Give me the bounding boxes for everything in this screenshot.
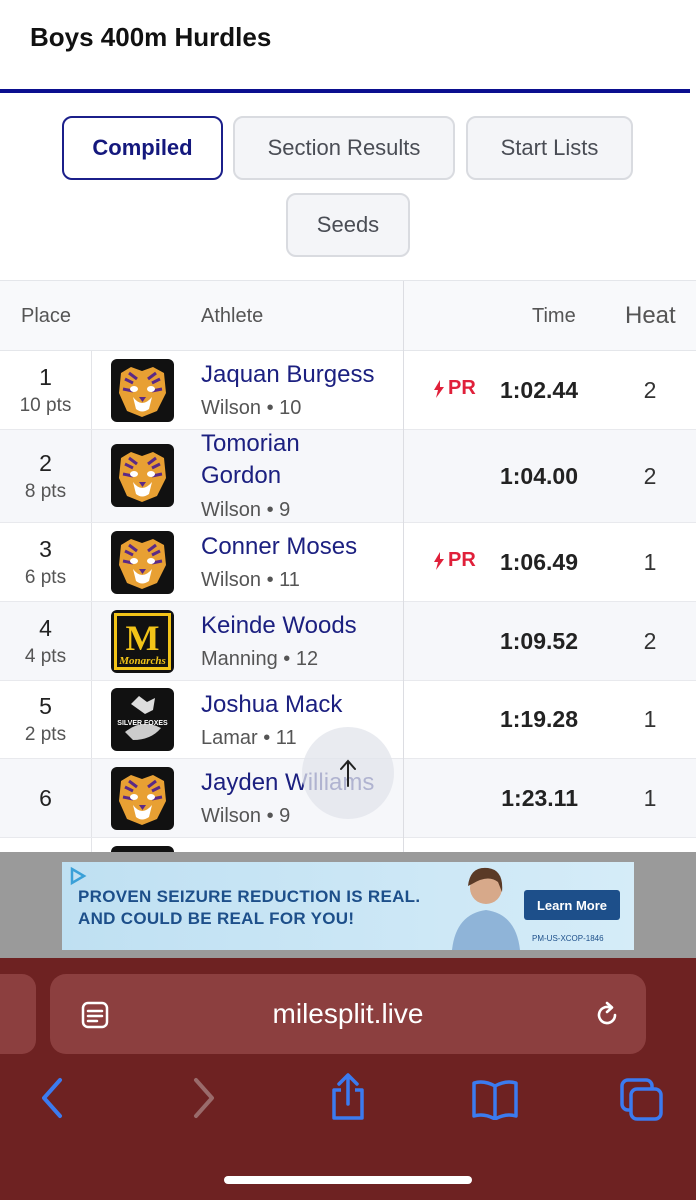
athlete-name[interactable]: Conner Moses bbox=[201, 531, 357, 563]
back-icon[interactable] bbox=[38, 1076, 68, 1120]
silver-foxes-logo-text: SILVER FOXES bbox=[117, 720, 168, 727]
athlete-name[interactable]: Jaquan Burgess bbox=[201, 359, 374, 391]
athlete-team-grade: Wilson • 11 bbox=[201, 569, 300, 591]
heat-number: 1 bbox=[643, 706, 657, 732]
result-time: 1:09.52 bbox=[499, 628, 578, 654]
place-points: 10 pts bbox=[19, 394, 72, 416]
previous-tab-edge[interactable] bbox=[0, 974, 36, 1054]
heat-number: 2 bbox=[643, 463, 657, 489]
athlete-name-line-2[interactable]: Gordon bbox=[201, 460, 281, 492]
place-points: 4 pts bbox=[24, 645, 67, 667]
place-number: 3 bbox=[39, 535, 52, 562]
home-indicator bbox=[224, 1176, 472, 1184]
column-header-place[interactable]: Place bbox=[21, 305, 71, 328]
monarchs-logo-wordmark: Monarchs bbox=[118, 655, 165, 667]
place-cell: 6 bbox=[0, 759, 92, 837]
athlete-team-grade: Wilson • 9 bbox=[201, 805, 291, 827]
table-row[interactable]: 1 10 pts Jaquan Burgess Wilson • 10 PR 1… bbox=[0, 351, 696, 430]
tiger-logo bbox=[111, 444, 174, 507]
place-points: 2 pts bbox=[24, 724, 67, 745]
table-row[interactable] bbox=[0, 838, 696, 852]
tiger-logo bbox=[111, 767, 174, 830]
heat-number: 1 bbox=[643, 549, 657, 575]
place-cell: 1 10 pts bbox=[0, 351, 92, 429]
place-cell: 4 4 pts bbox=[0, 602, 92, 680]
column-header-athlete[interactable]: Athlete bbox=[201, 305, 263, 328]
tabs-icon[interactable] bbox=[618, 1076, 666, 1124]
address-bar[interactable]: milesplit.live bbox=[50, 974, 646, 1054]
monarchs-logo: M Monarchs bbox=[111, 610, 174, 673]
athlete-name[interactable]: Keinde Woods bbox=[201, 610, 357, 642]
place-points: 8 pts bbox=[24, 480, 67, 502]
athlete-team-grade: Lamar • 11 bbox=[201, 727, 297, 749]
bookmarks-icon[interactable] bbox=[470, 1078, 520, 1120]
result-time: 1:02.44 bbox=[499, 377, 578, 403]
ad-line-1: PROVEN SEIZURE REDUCTION IS REAL. bbox=[78, 887, 421, 906]
ad-person-image bbox=[452, 867, 520, 950]
forward-icon[interactable] bbox=[188, 1076, 218, 1120]
place-cell: 3 6 pts bbox=[0, 523, 92, 601]
athlete-team-grade: Wilson • 10 bbox=[201, 397, 302, 419]
athlete-team-grade: Wilson • 9 bbox=[201, 499, 291, 521]
page-title: Boys 400m Hurdles bbox=[30, 22, 272, 52]
tab-compiled[interactable]: Compiled bbox=[62, 116, 223, 180]
scroll-to-top-button[interactable] bbox=[302, 727, 394, 819]
column-divider bbox=[403, 281, 404, 852]
title-divider bbox=[0, 89, 696, 93]
table-row[interactable]: 2 8 pts Tomorian Gordon Wilson • 9 1:04.… bbox=[0, 430, 696, 523]
tiger-logo bbox=[111, 359, 174, 422]
heat-number: 1 bbox=[643, 785, 657, 811]
tab-start-lists[interactable]: Start Lists bbox=[466, 116, 633, 180]
ad-banner[interactable]: PROVEN SEIZURE REDUCTION IS REAL. AND CO… bbox=[62, 862, 634, 950]
place-number: 2 bbox=[39, 449, 52, 476]
athlete-name[interactable]: Joshua Mack bbox=[201, 689, 342, 721]
bolt-icon bbox=[434, 551, 444, 570]
url-text[interactable]: milesplit.live bbox=[50, 998, 646, 1030]
table-row[interactable]: 4 4 pts M Monarchs Keinde Woods Manning •… bbox=[0, 602, 696, 681]
column-header-time[interactable]: Time bbox=[532, 305, 576, 328]
result-time: 1:04.00 bbox=[499, 463, 578, 489]
place-points: 6 pts bbox=[24, 566, 67, 588]
silver-foxes-logo: SILVER FOXES bbox=[111, 688, 174, 751]
place-number: 4 bbox=[39, 614, 52, 641]
heat-number: 2 bbox=[643, 377, 657, 403]
result-time: 1:19.28 bbox=[499, 706, 578, 732]
ad-learn-more-button[interactable]: Learn More bbox=[524, 890, 620, 920]
result-time: 1:23.11 bbox=[501, 785, 578, 811]
place-cell: 2 8 pts bbox=[0, 430, 92, 522]
ad-line-2: AND COULD BE REAL FOR YOU! bbox=[78, 909, 355, 928]
athlete-team-grade: Manning • 12 bbox=[201, 648, 319, 670]
arrow-up-icon bbox=[340, 759, 356, 787]
tiger-logo bbox=[111, 531, 174, 594]
column-header-heat[interactable]: Heat bbox=[625, 302, 676, 330]
athlete-name-line-1[interactable]: Tomorian bbox=[201, 428, 300, 460]
tab-section-results[interactable]: Section Results bbox=[233, 116, 455, 180]
table-row[interactable]: 3 6 pts Conner Moses Wilson • 11 PR 1:06… bbox=[0, 523, 696, 602]
result-time: 1:06.49 bbox=[499, 549, 578, 575]
ad-text: PROVEN SEIZURE REDUCTION IS REAL. AND CO… bbox=[78, 886, 420, 930]
reload-icon[interactable] bbox=[592, 1000, 622, 1030]
heat-number: 2 bbox=[643, 628, 657, 654]
tab-seeds[interactable]: Seeds bbox=[286, 193, 410, 257]
monarchs-logo-letter: M bbox=[126, 618, 160, 658]
ad-code: PM-US-XCOP-1846 bbox=[532, 934, 604, 943]
place-number: 1 bbox=[39, 363, 52, 390]
place-cell bbox=[0, 838, 92, 852]
place-number: 6 bbox=[39, 784, 52, 811]
place-number: 5 bbox=[39, 693, 52, 719]
ad-choices-icon[interactable] bbox=[68, 866, 88, 886]
table-header: Place Athlete Time Heat bbox=[0, 281, 696, 351]
bolt-icon bbox=[434, 379, 444, 398]
place-cell: 5 2 pts bbox=[0, 681, 92, 758]
share-icon[interactable] bbox=[328, 1072, 368, 1122]
